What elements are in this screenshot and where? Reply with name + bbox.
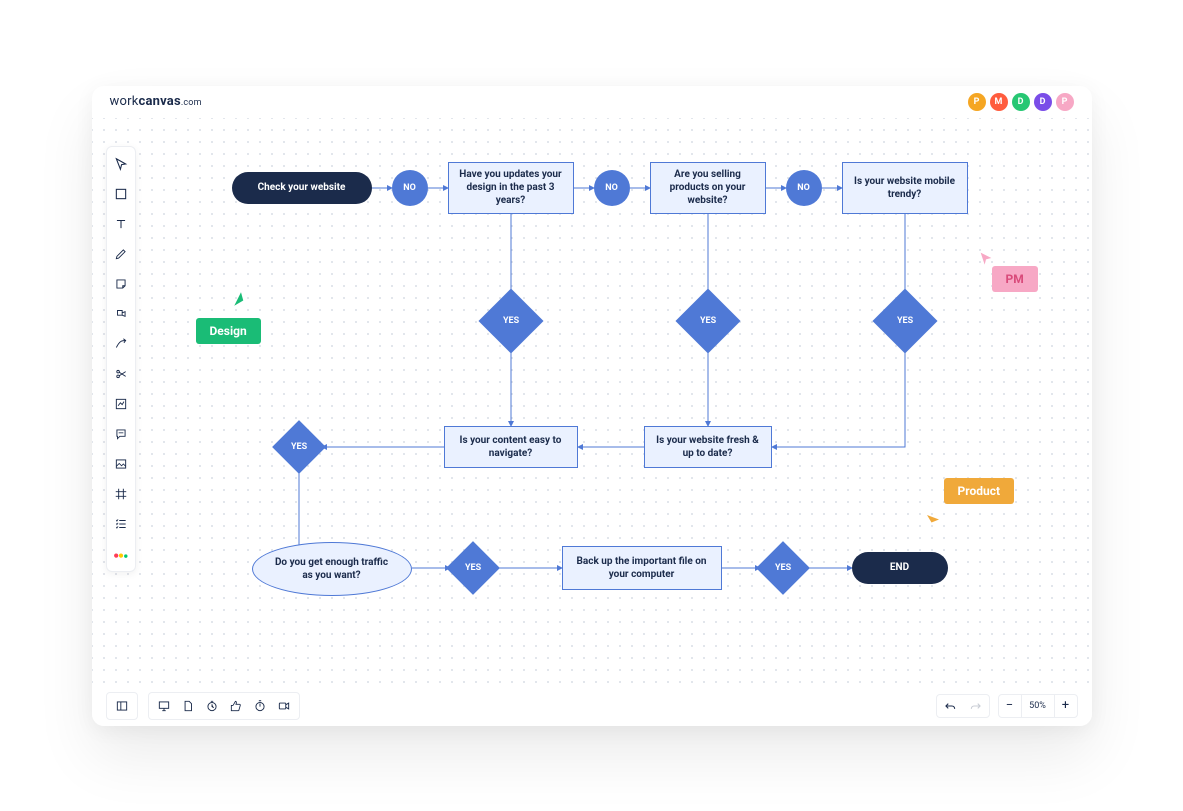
scissors-icon bbox=[114, 367, 128, 381]
avatar-stack: P M D D P bbox=[968, 93, 1074, 111]
stopwatch-button[interactable] bbox=[249, 695, 271, 717]
decision-yes-2[interactable]: YES bbox=[685, 298, 731, 344]
left-toolbar bbox=[106, 146, 136, 572]
user-tag-product: Product bbox=[944, 478, 1015, 504]
topbar: workcanvas.com P M D D P bbox=[92, 86, 1092, 118]
remote-cursor-product bbox=[924, 512, 942, 534]
undo-icon bbox=[943, 699, 957, 713]
logo-tld: .com bbox=[181, 98, 202, 108]
sticky-note-icon bbox=[114, 277, 128, 291]
logo-part1: work bbox=[110, 94, 139, 109]
video-button[interactable] bbox=[273, 695, 295, 717]
redo-icon bbox=[969, 699, 983, 713]
avatar[interactable]: D bbox=[1012, 93, 1030, 111]
user-tag-design: Design bbox=[196, 318, 261, 344]
square-icon bbox=[114, 187, 128, 201]
cursor-icon bbox=[978, 250, 994, 266]
comment-icon bbox=[114, 427, 128, 441]
node-q2[interactable]: Are you selling products on your website… bbox=[650, 162, 766, 214]
node-q1[interactable]: Have you updates your design in the past… bbox=[448, 162, 574, 214]
cursor-icon bbox=[114, 157, 128, 171]
pen-tool[interactable] bbox=[110, 243, 132, 265]
presentation-icon bbox=[157, 699, 171, 713]
thumbs-up-icon bbox=[229, 699, 243, 713]
present-button[interactable] bbox=[153, 695, 175, 717]
avatar[interactable]: P bbox=[1056, 93, 1074, 111]
avatar[interactable]: D bbox=[1034, 93, 1052, 111]
decision-yes-4[interactable]: YES bbox=[280, 428, 318, 466]
monday-logo-icon bbox=[113, 548, 129, 560]
canvas[interactable]: Check your website NO Have you updates y… bbox=[92, 118, 1092, 686]
file-icon bbox=[181, 699, 195, 713]
cursor-icon bbox=[232, 290, 250, 308]
node-backup[interactable]: Back up the important file on your compu… bbox=[562, 546, 722, 590]
node-q6[interactable]: Do you get enough traffic as you want? bbox=[252, 542, 412, 596]
sticky-note-tool[interactable] bbox=[110, 273, 132, 295]
redo-button[interactable] bbox=[963, 695, 989, 717]
bottom-left-controls bbox=[106, 692, 300, 720]
panel-icon bbox=[115, 699, 129, 713]
bottom-bar: − 50% + bbox=[92, 686, 1092, 726]
remote-cursor-pm bbox=[978, 250, 994, 270]
avatar[interactable]: P bbox=[968, 93, 986, 111]
zoom-out-button[interactable]: − bbox=[999, 695, 1021, 717]
timer-icon bbox=[205, 699, 219, 713]
node-start[interactable]: Check your website bbox=[232, 172, 372, 204]
undo-button[interactable] bbox=[937, 695, 963, 717]
stamp-tool[interactable] bbox=[110, 303, 132, 325]
decision-yes-6[interactable]: YES bbox=[764, 549, 802, 587]
bottom-right-controls: − 50% + bbox=[936, 694, 1078, 718]
select-tool[interactable] bbox=[110, 153, 132, 175]
node-end[interactable]: END bbox=[852, 552, 948, 584]
pencil-icon bbox=[114, 247, 128, 261]
cursor-icon bbox=[924, 512, 942, 530]
vote-button[interactable] bbox=[225, 695, 247, 717]
frame-tool[interactable] bbox=[110, 483, 132, 505]
node-q5[interactable]: Is your website fresh & up to date? bbox=[644, 426, 772, 468]
connector-no-1[interactable]: NO bbox=[392, 170, 428, 206]
logo-part2: canvas bbox=[138, 94, 180, 109]
video-icon bbox=[277, 699, 291, 713]
frame-icon bbox=[114, 487, 128, 501]
zoom-control: − 50% + bbox=[998, 694, 1078, 718]
connector-no-2[interactable]: NO bbox=[594, 170, 630, 206]
stamp-icon bbox=[114, 307, 128, 321]
connector-tool[interactable] bbox=[110, 333, 132, 355]
undo-redo-group bbox=[936, 694, 990, 718]
node-q3[interactable]: Is your website mobile trendy? bbox=[842, 162, 968, 214]
stopwatch-icon bbox=[253, 699, 267, 713]
text-icon bbox=[114, 217, 128, 231]
file-button[interactable] bbox=[177, 695, 199, 717]
decision-yes-3[interactable]: YES bbox=[882, 298, 928, 344]
arrow-icon bbox=[114, 337, 128, 351]
image-icon bbox=[114, 457, 128, 471]
monday-tool[interactable] bbox=[110, 543, 132, 565]
shape-tool[interactable] bbox=[110, 183, 132, 205]
decision-yes-1[interactable]: YES bbox=[488, 298, 534, 344]
decision-yes-5[interactable]: YES bbox=[454, 549, 492, 587]
timer-button[interactable] bbox=[201, 695, 223, 717]
remote-cursor-design bbox=[232, 290, 250, 312]
list-icon bbox=[114, 517, 128, 531]
logo: workcanvas.com bbox=[110, 94, 202, 109]
chart-tool[interactable] bbox=[110, 393, 132, 415]
zoom-level: 50% bbox=[1021, 695, 1055, 717]
node-q4[interactable]: Is your content easy to navigate? bbox=[444, 426, 578, 468]
text-tool[interactable] bbox=[110, 213, 132, 235]
scissors-tool[interactable] bbox=[110, 363, 132, 385]
list-tool[interactable] bbox=[110, 513, 132, 535]
user-tag-pm: PM bbox=[992, 266, 1038, 292]
panels-toggle-button[interactable] bbox=[111, 695, 133, 717]
app-window: workcanvas.com P M D D P bbox=[92, 86, 1092, 726]
connector-no-3[interactable]: NO bbox=[786, 170, 822, 206]
image-tool[interactable] bbox=[110, 453, 132, 475]
comment-tool[interactable] bbox=[110, 423, 132, 445]
chart-icon bbox=[114, 397, 128, 411]
avatar[interactable]: M bbox=[990, 93, 1008, 111]
zoom-in-button[interactable]: + bbox=[1055, 695, 1077, 717]
